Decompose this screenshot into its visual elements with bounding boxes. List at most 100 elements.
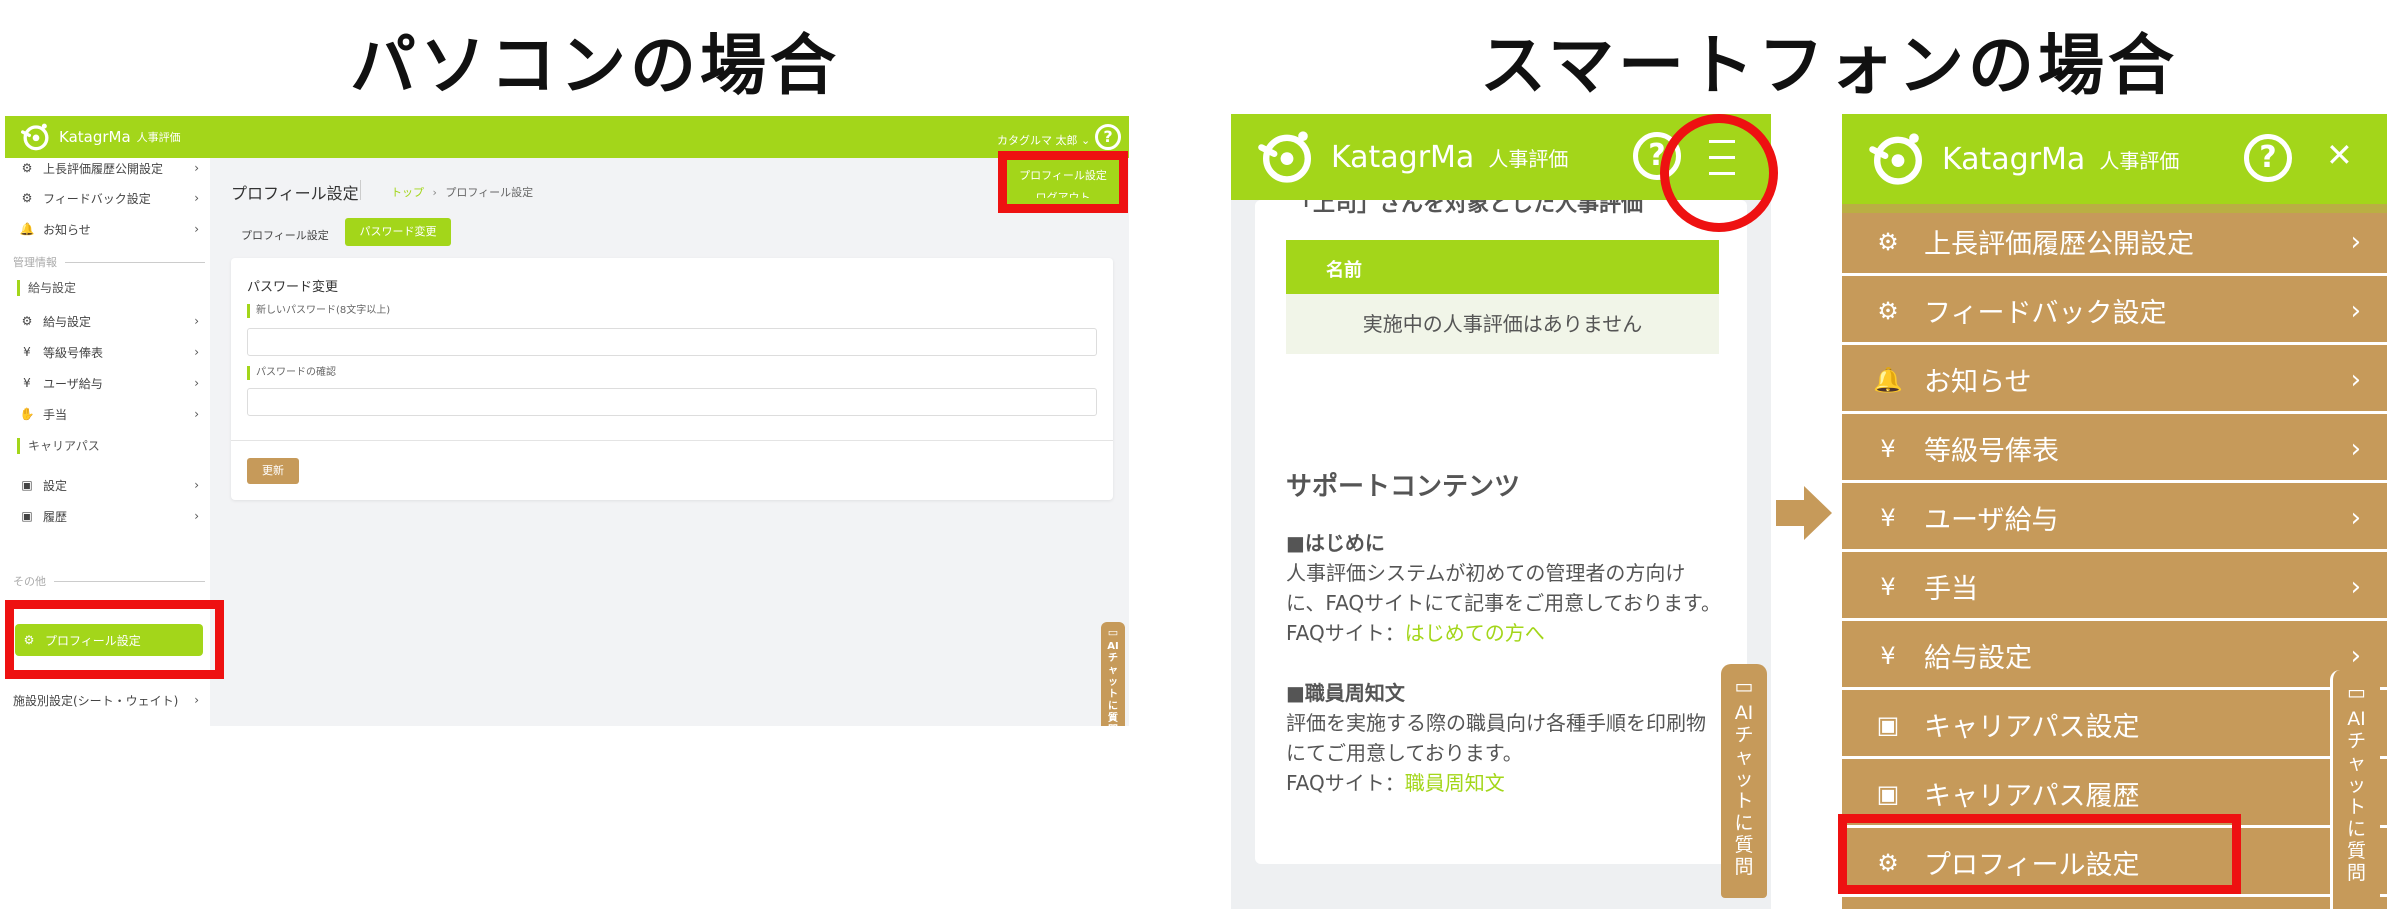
chevron-right-icon: ›	[2350, 226, 2361, 257]
sidebar-item-facility[interactable]: 施設別設定(シート・ウェイト) ›	[13, 690, 207, 710]
presentation-icon: ▣	[1876, 779, 1900, 808]
gear-icon: ⚙	[1877, 296, 1899, 325]
brand-sub: 人事評価	[1488, 146, 1569, 171]
sidebar-item-grade-table[interactable]: ¥ 等級号俸表 ›	[19, 342, 209, 362]
page-title: プロフィール設定	[231, 184, 359, 203]
chevron-right-icon: ›	[194, 314, 199, 328]
chevron-right-icon: ›	[194, 345, 199, 359]
chevron-right-icon: ›	[2350, 433, 2361, 464]
breadcrumb-top-link[interactable]: トップ	[391, 186, 424, 199]
staff-body: 評価を実施する際の職員向け各種手順を印刷物にてご用意しております。	[1286, 711, 1706, 765]
tab-profile[interactable]: プロフィール設定	[241, 224, 329, 248]
intro-heading: ■はじめに	[1286, 531, 1385, 555]
update-button[interactable]: 更新	[247, 458, 299, 484]
section-other: その他	[13, 573, 205, 589]
bell-icon: 🔔	[1873, 365, 1903, 394]
hand-icon: ✋	[19, 407, 35, 421]
breadcrumb: トップ › プロフィール設定	[391, 184, 533, 200]
chevron-right-icon: ›	[2350, 502, 2361, 533]
chevron-right-icon: ›	[194, 222, 199, 236]
presentation-icon: ▣	[21, 478, 33, 492]
sidebar-item-boss-eval[interactable]: ⚙ 上長評価履歴公開設定 ›	[19, 158, 209, 178]
user-name: カタグルマ 太郎	[997, 134, 1078, 147]
confirm-password-label: パスワードの確認	[247, 366, 336, 380]
gear-icon: ⚙	[21, 191, 33, 205]
chat-bubble-icon: ▭	[1734, 674, 1754, 698]
table-header-name: 名前	[1326, 260, 1362, 281]
sidebar-item-career-history[interactable]: ▣ 履歴 ›	[19, 506, 209, 526]
chevron-right-icon: ›	[2350, 640, 2361, 671]
highlight-dropdown	[998, 151, 1128, 213]
pc-header: KatagrMa 人事評価 カタグルマ 太郎 ⌄ ?	[5, 116, 1129, 158]
pc-logo[interactable]: KatagrMa 人事評価	[19, 122, 181, 152]
yen-icon: ¥	[1880, 572, 1896, 601]
logo-icon	[20, 123, 49, 151]
bell-icon: 🔔	[19, 222, 35, 236]
pc-heading: パソコンの場合	[350, 27, 840, 104]
sidebar-item-salary-settings[interactable]: ⚙ 給与設定 ›	[19, 311, 209, 331]
sp1-logo[interactable]: KatagrMa 人事評価	[1255, 128, 1568, 186]
breadcrumb-current: プロフィール設定	[445, 186, 534, 199]
ai-chat-tab[interactable]: ▭ AIチャットに質問	[1721, 664, 1767, 898]
sidebar-item-news[interactable]: 🔔 お知らせ ›	[19, 219, 209, 239]
user-menu[interactable]: カタグルマ 太郎 ⌄	[997, 132, 1090, 148]
arrow-right-icon	[1776, 486, 1832, 540]
yen-icon: ¥	[23, 345, 31, 359]
chevron-right-icon: ›	[194, 161, 199, 175]
staff-faq-line: FAQサイト：職員周知文	[1286, 771, 1505, 795]
smartphone-menu-screen: KatagrMa 人事評価 ? ✕ ⚙ 上長評価履歴公開設定 › ⚙ フィードバック設…	[1842, 114, 2387, 909]
confirm-password-input[interactable]	[247, 388, 1097, 416]
sidebar-item-career-settings[interactable]: ▣ 設定 ›	[19, 475, 209, 495]
yen-icon: ¥	[1880, 641, 1896, 670]
close-icon[interactable]: ✕	[2326, 136, 2353, 174]
yen-icon: ¥	[1880, 434, 1896, 463]
gear-icon: ⚙	[21, 314, 33, 328]
menu-item-boss-eval[interactable]: ⚙ 上長評価履歴公開設定 ›	[1842, 210, 2387, 276]
chat-bubble-icon: ▭	[1107, 626, 1119, 639]
sidebar-item-allowance[interactable]: ✋ 手当 ›	[19, 404, 209, 424]
new-password-input[interactable]	[247, 328, 1097, 356]
tab-password[interactable]: パスワード変更	[345, 218, 451, 246]
help-icon[interactable]: ?	[2244, 134, 2292, 182]
ai-chat-tab[interactable]: ▭ AIチャットに質問	[2330, 670, 2380, 909]
menu-item-career-settings[interactable]: ▣ キャリアパス設定	[1842, 693, 2387, 759]
smartphone-home-screen: KatagrMa 人事評価 ? 「上司」さんを対象とした人事評価 名前 実施中の…	[1231, 114, 1771, 909]
menu-item-user-salary[interactable]: ¥ ユーザ給与 ›	[1842, 486, 2387, 552]
ai-chat-label: AIチャットに質問	[1734, 702, 1754, 878]
group-salary: 給与設定	[17, 280, 76, 296]
ai-chat-label: AIチャットに質問	[2346, 708, 2366, 884]
chat-bubble-icon: ▭	[2347, 680, 2366, 704]
logo-icon	[1258, 131, 1311, 183]
intro-faq-link[interactable]: はじめての方へ	[1405, 621, 1545, 645]
menu-item-news[interactable]: 🔔 お知らせ ›	[1842, 348, 2387, 414]
title-divider	[360, 180, 361, 200]
support-title: サポートコンテンツ	[1286, 472, 1521, 502]
menu-item-salary-settings[interactable]: ¥ 給与設定 ›	[1842, 624, 2387, 690]
table-row: 実施中の人事評価はありません	[1286, 294, 1719, 354]
help-icon[interactable]: ?	[1095, 124, 1121, 150]
partial-card-title: 「上司」さんを対象とした人事評価	[1291, 200, 1644, 217]
yen-icon: ¥	[1880, 503, 1896, 532]
brand-name: KatagrMa	[59, 128, 131, 146]
presentation-icon: ▣	[1876, 710, 1900, 739]
logo-icon	[1869, 133, 1922, 185]
chevron-right-icon: ›	[194, 407, 199, 421]
menu-item-feedback[interactable]: ⚙ フィードバック設定 ›	[1842, 279, 2387, 345]
section-admin: 管理情報	[13, 254, 205, 270]
menu-item-allowance[interactable]: ¥ 手当 ›	[1842, 555, 2387, 621]
sp2-logo[interactable]: KatagrMa 人事評価	[1866, 130, 2179, 188]
sidebar-item-feedback[interactable]: ⚙ フィードバック設定 ›	[19, 188, 209, 208]
staff-faq-link[interactable]: 職員周知文	[1405, 771, 1505, 795]
gear-icon: ⚙	[1877, 227, 1899, 256]
menu-item-grade-table[interactable]: ¥ 等級号俸表 ›	[1842, 417, 2387, 483]
chevron-right-icon: ›	[194, 509, 199, 523]
gear-icon: ⚙	[21, 161, 33, 175]
sidebar-item-user-salary[interactable]: ¥ ユーザ給与 ›	[19, 373, 209, 393]
intro-body: 人事評価システムが初めての管理者の方向けに、FAQサイトにて記事をご用意しており…	[1286, 561, 1721, 615]
support-body: ■はじめに 人事評価システムが初めての管理者の方向けに、FAQサイトにて記事をご…	[1286, 528, 1724, 798]
brand-sub: 人事評価	[136, 131, 181, 144]
chevron-down-icon: ⌄	[1081, 134, 1091, 147]
intro-faq-line: FAQサイト：はじめての方へ	[1286, 621, 1545, 645]
card-divider	[231, 440, 1113, 441]
ai-chat-tab[interactable]: ▭ AIチャットに質問	[1101, 622, 1125, 726]
